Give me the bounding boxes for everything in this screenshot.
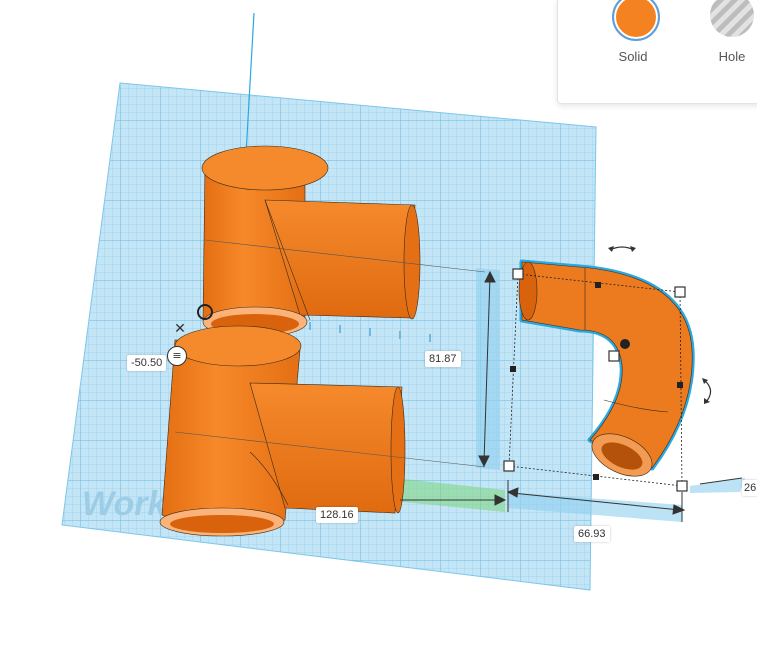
depth-value-field[interactable]: 26 <box>742 480 757 496</box>
resize-handle-height <box>608 350 620 362</box>
depth-band <box>690 478 745 493</box>
mid-handle-top <box>595 282 601 288</box>
solid-label: Solid <box>618 49 648 64</box>
center-handle <box>620 339 630 349</box>
hole-label: Hole <box>718 49 746 64</box>
hole-swatch-icon <box>710 0 754 37</box>
height-value-field[interactable]: 81.87 <box>425 351 461 367</box>
height-band <box>476 268 500 470</box>
mid-handle-left <box>510 366 516 372</box>
resize-handle-top-right <box>674 286 686 298</box>
mid-handle-bottom <box>593 474 599 480</box>
resize-handle-bottom-left <box>503 460 515 472</box>
resize-handle-bottom-right <box>676 480 688 492</box>
resize-handle-top-left <box>512 268 524 280</box>
width-value-field[interactable]: 66.93 <box>574 526 610 542</box>
close-icon[interactable]: ✕ <box>172 321 188 337</box>
shape-type-panel: Solid Hole <box>557 0 757 104</box>
mid-handle-right <box>677 382 683 388</box>
workplane-watermark: Work <box>82 485 168 523</box>
rotate-handle-top-icon <box>609 246 635 251</box>
menu-icon[interactable]: ≡ <box>167 346 187 366</box>
solid-button[interactable]: Solid <box>588 0 660 79</box>
position-value-field[interactable]: -50.50 <box>127 355 167 371</box>
hole-button[interactable]: Hole <box>688 0 757 79</box>
solid-swatch-icon <box>612 0 660 41</box>
length-value-field[interactable]: 128.16 <box>316 507 358 523</box>
